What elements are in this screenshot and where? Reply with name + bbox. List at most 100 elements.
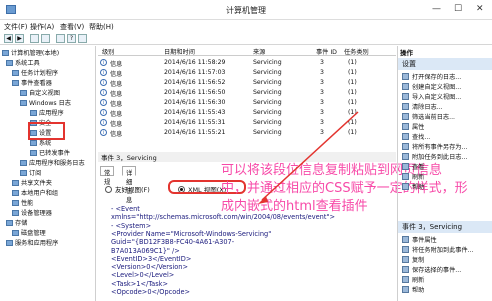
log-icon	[30, 150, 37, 156]
xml-line: B7A013A069C1}" />	[111, 246, 180, 255]
action-icon	[402, 153, 409, 160]
action-item[interactable]: 刷新	[402, 275, 424, 285]
table-row[interactable]: i 信息 2014/6/16 11:58:29 Servicing 3 (1)	[98, 58, 396, 68]
col-level[interactable]: 级别	[102, 47, 114, 56]
action-item[interactable]: 查看	[402, 162, 424, 172]
cell-source: Servicing	[253, 79, 282, 86]
actions-section-event[interactable]: 事件 3，Servicing	[398, 221, 492, 233]
action-icon	[402, 236, 409, 243]
cell-level: 信息	[110, 131, 123, 138]
xml-line: <Version>0</Version>	[111, 263, 189, 272]
tab-general[interactable]: 常规	[100, 166, 115, 186]
back-icon[interactable]: ◀	[4, 34, 13, 43]
help-icon[interactable]: ?	[67, 34, 76, 43]
table-row[interactable]: i 信息 2014/6/16 11:56:52 Servicing 3 (1)	[98, 78, 396, 88]
menu-bar: 文件(F) 操作(A) 查看(V) 帮助(H)	[0, 20, 492, 33]
tree-item-event-viewer[interactable]: 事件查看器	[12, 78, 52, 88]
table-row[interactable]: i 信息 2014/6/16 11:55:21 Servicing 3 (1)	[98, 128, 396, 138]
action-item[interactable]: 刷新	[402, 172, 424, 182]
maximize-button[interactable]: ☐	[454, 4, 462, 14]
col-event-id[interactable]: 事件 ID	[316, 47, 337, 56]
action-item[interactable]: 将任务附加到此事件...	[402, 245, 474, 255]
info-icon: i	[100, 59, 107, 66]
action-item[interactable]: 创建自定义视图...	[402, 82, 461, 92]
cell-datetime: 2014/6/16 11:56:52	[164, 79, 226, 86]
tree-item-shared-folders[interactable]: 共享文件夹	[12, 178, 52, 188]
tree-item-device-manager[interactable]: 设备管理器	[12, 208, 52, 218]
computer-icon	[2, 50, 9, 56]
tree-item-task-scheduler[interactable]: 任务计划程序	[12, 68, 58, 78]
event-grid: 级别 日期和时间 来源 事件 ID 任务类别 i 信息 2014/6/16 11:5…	[98, 46, 396, 148]
col-source[interactable]: 来源	[253, 47, 265, 56]
col-datetime[interactable]: 日期和时间	[164, 47, 195, 56]
tree-item-application[interactable]: 应用程序	[30, 108, 64, 118]
panel-icon[interactable]	[78, 34, 87, 43]
action-item[interactable]: 复制	[402, 255, 424, 265]
table-row[interactable]: i 信息 2014/6/16 11:55:43 Servicing 3 (1)	[98, 108, 396, 118]
close-button[interactable]: ✕	[476, 4, 484, 14]
tree-item-computer-management[interactable]: 计算机管理(本地)	[2, 48, 59, 58]
info-icon: i	[100, 129, 107, 136]
menu-view[interactable]: 查看(V)	[60, 22, 84, 32]
tree-item-windows-logs[interactable]: Windows 日志	[20, 98, 71, 108]
action-icon	[402, 123, 409, 130]
properties-icon[interactable]	[56, 34, 65, 43]
tree-item-disk-management[interactable]: 磁盘管理	[12, 228, 46, 238]
tree-item-app-service-logs[interactable]: 应用程序和服务日志	[20, 158, 85, 168]
action-item[interactable]: 事件属性	[402, 235, 437, 245]
table-row[interactable]: i 信息 2014/6/16 11:56:50 Servicing 3 (1)	[98, 88, 396, 98]
cell-event-id: 3	[320, 129, 324, 136]
tree-item-system-tools[interactable]: 系统工具	[6, 58, 40, 68]
menu-file[interactable]: 文件(F)	[4, 22, 28, 32]
action-item[interactable]: 查找...	[402, 132, 430, 142]
info-icon: i	[100, 119, 107, 126]
actions-pane: 操作 设置 打开保存的日志... 创建自定义视图... 导入自定义视图... 清除日志…	[397, 46, 492, 301]
action-item[interactable]: 保存选择的事件...	[402, 265, 461, 275]
action-item[interactable]: 帮助	[402, 182, 424, 192]
col-task-category[interactable]: 任务类别	[344, 47, 369, 56]
action-icon	[402, 163, 409, 170]
tree-item-services-apps[interactable]: 服务和应用程序	[6, 238, 58, 248]
cell-source: Servicing	[253, 59, 282, 66]
radio-off-icon	[105, 186, 112, 193]
tree-item-subscriptions[interactable]: 订阅	[20, 168, 41, 178]
up-folder-icon[interactable]	[30, 34, 39, 43]
tree-item-local-users[interactable]: 本地用户和组	[12, 188, 58, 198]
xml-line: - <System>	[111, 221, 152, 230]
action-item[interactable]: 清除日志...	[402, 102, 443, 112]
tree-item-storage[interactable]: 存储	[6, 218, 27, 228]
action-item[interactable]: 属性	[402, 122, 424, 132]
action-item[interactable]: 附加任务到此日志...	[402, 152, 467, 162]
action-item[interactable]: 筛选当前日志...	[402, 112, 455, 122]
cell-source: Servicing	[253, 109, 282, 116]
xml-line: <Provider Name="Microsoft-Windows-Servic…	[111, 229, 272, 238]
show-hide-tree-icon[interactable]	[41, 34, 50, 43]
tree-item-forwarded-events[interactable]: 已转发事件	[30, 148, 70, 158]
cell-event-id: 3	[320, 109, 324, 116]
action-item[interactable]: 将所有事件另存为...	[402, 142, 467, 152]
friendly-view-radio[interactable]: 友好视图(F)	[105, 184, 150, 194]
tree-item-performance[interactable]: 性能	[12, 198, 33, 208]
tree-item-custom-views[interactable]: 自定义视图	[20, 88, 60, 98]
cell-source: Servicing	[253, 99, 282, 106]
cell-level: 信息	[110, 81, 123, 88]
cell-event-id: 3	[320, 79, 324, 86]
action-item[interactable]: 帮助	[402, 285, 424, 295]
forward-icon[interactable]: ▶	[15, 34, 24, 43]
cell-datetime: 2014/6/16 11:55:43	[164, 109, 226, 116]
menu-help[interactable]: 帮助(H)	[89, 22, 114, 32]
action-icon	[402, 256, 409, 263]
table-row[interactable]: i 信息 2014/6/16 11:57:03 Servicing 3 (1)	[98, 68, 396, 78]
cell-source: Servicing	[253, 119, 282, 126]
actions-section-setup[interactable]: 设置	[398, 58, 492, 70]
tab-details[interactable]: 详细信息	[122, 166, 137, 204]
cell-event-id: 3	[320, 89, 324, 96]
minimize-button[interactable]: —	[432, 4, 441, 14]
action-item[interactable]: 打开保存的日志...	[402, 72, 461, 82]
cell-source: Servicing	[253, 69, 282, 76]
subscription-icon	[20, 170, 27, 176]
table-row[interactable]: i 信息 2014/6/16 11:56:30 Servicing 3 (1)	[98, 98, 396, 108]
table-row[interactable]: i 信息 2014/6/16 11:55:31 Servicing 3 (1)	[98, 118, 396, 128]
menu-action[interactable]: 操作(A)	[30, 22, 54, 32]
action-item[interactable]: 导入自定义视图...	[402, 92, 461, 102]
